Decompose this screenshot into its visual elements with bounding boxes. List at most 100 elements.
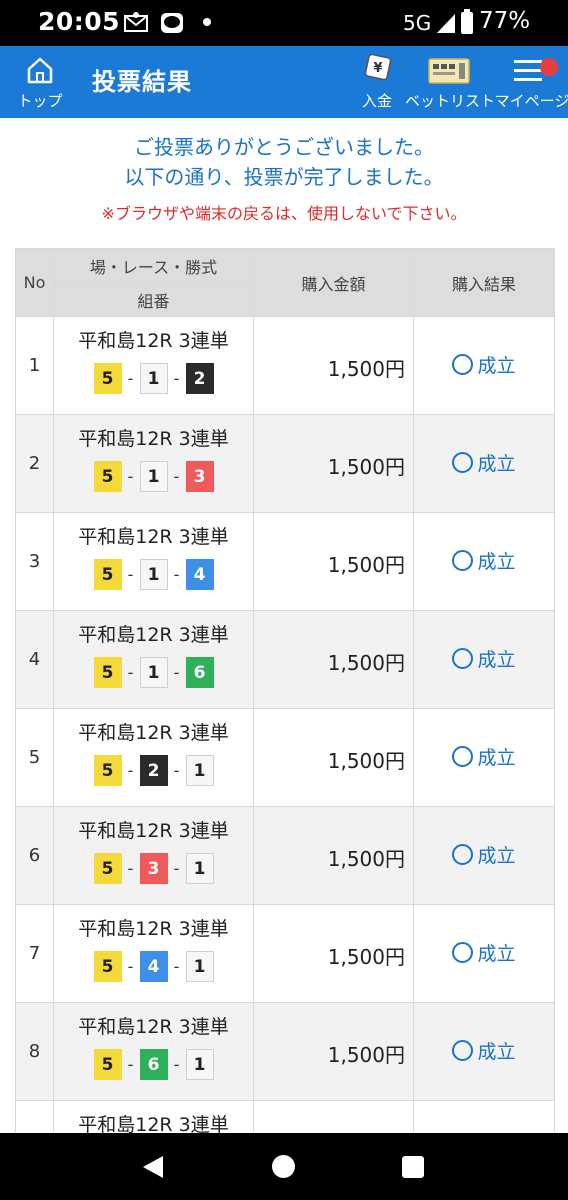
betlist-label: ベットリスト <box>405 92 496 110</box>
home-label: トップ <box>17 92 63 110</box>
table-row: 1 平和島12R 3連単 5-1-2 1,500円 成立 <box>15 316 555 415</box>
combination: 5-4-1 <box>54 951 253 982</box>
ticket-list-icon <box>428 58 470 84</box>
success-circle-icon <box>452 1040 474 1061</box>
combo-separator: - <box>127 663 134 682</box>
combo-separator: - <box>127 761 134 780</box>
combo-separator: - <box>127 467 134 486</box>
app-header: トップ 投票結果 ¥ 入金 ベットリスト マイページ <box>0 46 568 118</box>
result-label: 成立 <box>477 551 516 573</box>
boat-number-badge: 5 <box>93 559 122 590</box>
boat-number-badge: 1 <box>185 951 214 982</box>
mypage-button[interactable]: マイページ <box>495 46 568 118</box>
header-combo: 組番 <box>53 283 254 317</box>
boat-number-badge: 1 <box>139 657 168 688</box>
battery-icon <box>461 9 473 34</box>
race-name: 平和島12R 3連単 <box>78 722 229 744</box>
race-name: 平和島12R 3連単 <box>78 624 229 646</box>
boat-number-badge: 6 <box>185 657 214 688</box>
boat-number-badge: 1 <box>185 853 214 884</box>
yen-symbol: ¥ <box>373 61 382 76</box>
menu-icon <box>514 60 542 81</box>
combo-separator: - <box>173 663 180 682</box>
page-title: 投票結果 <box>92 68 192 96</box>
table-row: 6 平和島12R 3連単 5-3-1 1,500円 成立 <box>15 806 555 905</box>
status-bar: 20:05 5G 77% <box>0 0 568 46</box>
combo-separator: - <box>173 565 180 584</box>
boat-number-badge: 4 <box>139 951 168 982</box>
race-cell: 平和島12R 3連単 5-1-6 <box>53 610 254 709</box>
success-circle-icon <box>452 648 474 669</box>
success-circle-icon <box>452 844 474 865</box>
race-cell: 平和島12R 3連単 5-4-1 <box>53 904 254 1003</box>
boat-number-badge: 5 <box>93 657 122 688</box>
header-result: 購入結果 <box>413 248 555 317</box>
status-time: 20:05 <box>38 7 121 36</box>
betlist-button[interactable]: ベットリスト <box>405 46 495 118</box>
back-warning: ※ブラウザや端末の戻るは、使用しないで下さい。 <box>101 204 467 223</box>
table-row: 2 平和島12R 3連単 5-1-3 1,500円 成立 <box>15 414 555 513</box>
home-circle-icon[interactable] <box>272 1155 295 1178</box>
combo-separator: - <box>173 761 180 780</box>
result-label: 成立 <box>477 943 516 965</box>
back-icon[interactable] <box>141 1155 165 1179</box>
race-name: 平和島12R 3連単 <box>78 1016 229 1038</box>
race-cell: 平和島12R 3連単 5-3-1 <box>53 806 254 905</box>
boat-number-badge: 2 <box>139 755 168 786</box>
result-label: 成立 <box>477 747 516 769</box>
notification-badge <box>540 58 558 76</box>
purchase-result: 成立 <box>413 414 555 513</box>
boat-number-badge: 2 <box>185 363 214 394</box>
race-name: 平和島12R 3連単 <box>78 428 229 450</box>
combination: 5-1-4 <box>54 559 253 590</box>
combination: 5-1-2 <box>54 363 253 394</box>
row-number: 5 <box>15 708 54 807</box>
purchase-result: 成立 <box>413 708 555 807</box>
table-row: 4 平和島12R 3連単 5-1-6 1,500円 成立 <box>15 610 555 709</box>
combo-separator: - <box>173 859 180 878</box>
result-label: 成立 <box>477 1041 516 1063</box>
recent-apps-icon[interactable] <box>402 1156 424 1178</box>
combination: 5-1-6 <box>54 657 253 688</box>
system-nav-bar <box>0 1133 568 1200</box>
race-name: 平和島12R 3連単 <box>78 526 229 548</box>
boat-number-badge: 4 <box>185 559 214 590</box>
race-cell: 平和島12R 3連単 5-1-3 <box>53 414 254 513</box>
header-no: No <box>15 248 54 317</box>
purchase-result: 成立 <box>413 610 555 709</box>
completed-message: 以下の通り、投票が完了しました。 <box>124 165 444 189</box>
home-button[interactable]: トップ <box>14 46 66 118</box>
race-name: 平和島12R 3連単 <box>78 918 229 940</box>
combo-separator: - <box>173 369 180 388</box>
row-number: 6 <box>15 806 54 905</box>
race-name: 平和島12R 3連単 <box>78 330 229 352</box>
row-number: 1 <box>15 316 54 415</box>
boat-number-badge: 3 <box>139 853 168 884</box>
network-type: 5G <box>403 11 432 35</box>
header-amount: 購入金額 <box>253 248 414 317</box>
combination: 5-1-3 <box>54 461 253 492</box>
combination: 5-2-1 <box>54 755 253 786</box>
boat-number-badge: 5 <box>93 1049 122 1080</box>
success-circle-icon <box>452 354 474 375</box>
header-race: 場・レース・勝式 <box>53 248 254 284</box>
boat-number-badge: 6 <box>139 1049 168 1080</box>
mail-notification-icon <box>124 12 148 32</box>
row-number: 4 <box>15 610 54 709</box>
success-circle-icon <box>452 746 474 767</box>
result-label: 成立 <box>477 355 516 377</box>
table-row: 5 平和島12R 3連単 5-2-1 1,500円 成立 <box>15 708 555 807</box>
race-cell: 平和島12R 3連単 5-1-4 <box>53 512 254 611</box>
table-row: 7 平和島12R 3連単 5-4-1 1,500円 成立 <box>15 904 555 1003</box>
line-app-icon <box>161 13 183 33</box>
boat-number-badge: 1 <box>139 363 168 394</box>
table-body: 1 平和島12R 3連単 5-1-2 1,500円 成立 2 平和島12R 3連単 5-1-3… <box>15 316 555 1199</box>
purchase-amount: 1,500円 <box>253 414 414 513</box>
deposit-button[interactable]: ¥ 入金 <box>355 46 399 118</box>
purchase-amount: 1,500円 <box>253 806 414 905</box>
boat-number-badge: 1 <box>139 461 168 492</box>
purchase-result: 成立 <box>413 806 555 905</box>
purchase-amount: 1,500円 <box>253 904 414 1003</box>
race-cell: 平和島12R 3連単 5-2-1 <box>53 708 254 807</box>
purchase-amount: 1,500円 <box>253 610 414 709</box>
